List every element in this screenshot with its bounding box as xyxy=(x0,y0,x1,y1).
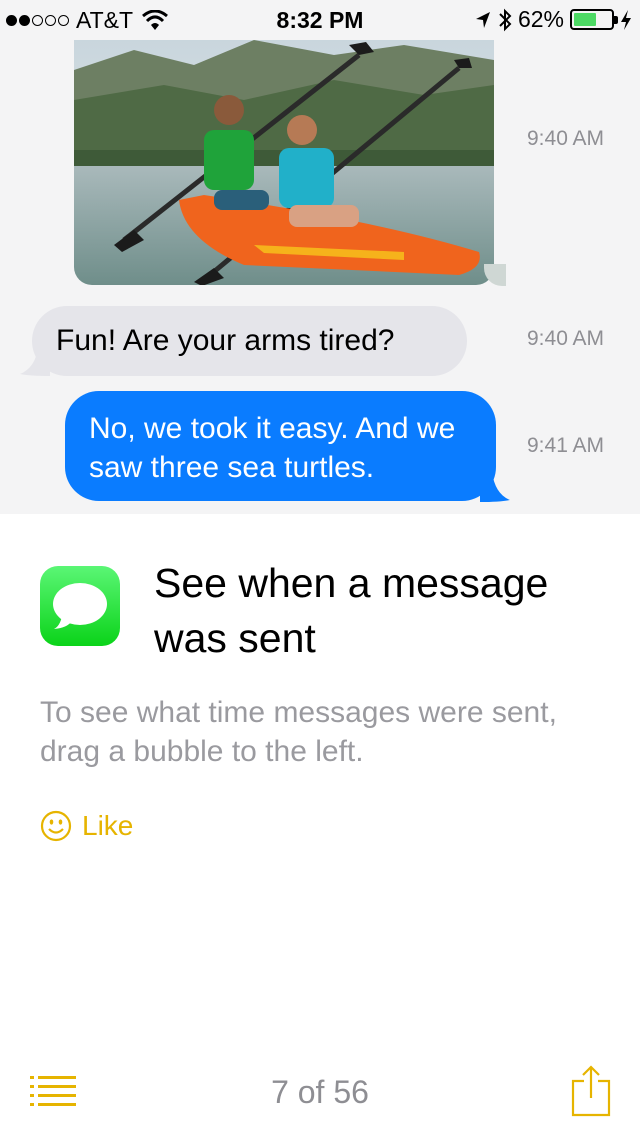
sent-message-text: No, we took it easy. And we saw three se… xyxy=(89,412,456,484)
page-counter: 7 of 56 xyxy=(271,1074,369,1110)
battery-percent: 62% xyxy=(517,6,564,32)
tip-title: See when a message was sent xyxy=(154,560,549,661)
share-icon[interactable] xyxy=(571,1065,611,1117)
photo-timestamp: 9:40 AM xyxy=(527,127,605,150)
message-preview: 9:40 AM Fun! Are your arms tired? 9:40 A… xyxy=(0,0,640,514)
smiley-icon xyxy=(40,810,72,842)
received-message-timestamp: 9:40 AM xyxy=(527,327,605,350)
status-bar: AT&T 8:32 PM 62% xyxy=(0,0,640,40)
sent-bubble-tail xyxy=(480,472,510,502)
bluetooth-icon xyxy=(499,8,512,31)
charging-bolt-icon xyxy=(621,9,631,30)
messages-app-icon xyxy=(40,566,120,646)
photo-bubble-tail xyxy=(484,264,506,286)
battery-icon xyxy=(570,9,618,30)
photo-message[interactable] xyxy=(74,40,494,285)
sent-message-timestamp: 9:41 AM xyxy=(527,434,605,457)
kayak-photo xyxy=(74,40,494,285)
received-bubble-tail xyxy=(20,348,50,376)
like-label: Like xyxy=(82,810,134,841)
like-button[interactable]: Like xyxy=(40,810,133,842)
tip-description: To see what time messages were sent, dra… xyxy=(40,696,557,768)
bottom-toolbar: 7 of 56 xyxy=(0,1050,640,1136)
sent-message-bubble[interactable]: No, we took it easy. And we saw three se… xyxy=(65,391,496,501)
location-arrow-icon xyxy=(475,11,490,28)
received-message-bubble[interactable]: Fun! Are your arms tired? xyxy=(32,306,467,376)
received-message-text: Fun! Are your arms tired? xyxy=(56,324,395,357)
